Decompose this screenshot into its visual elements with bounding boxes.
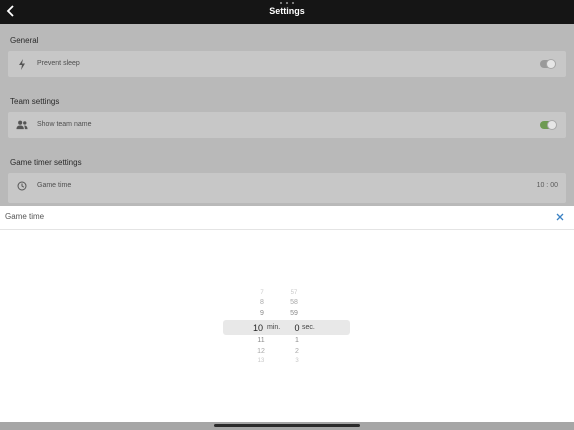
game-time-sheet: Game time 7 8 9 10 min. 11 12 13 57 58 5… — [0, 206, 574, 422]
show-team-name-toggle[interactable] — [540, 120, 557, 130]
home-indicator[interactable] — [214, 424, 360, 427]
minutes-option[interactable]: 7 — [252, 290, 272, 296]
seconds-option[interactable]: 57 — [284, 290, 304, 296]
minutes-option[interactable]: 13 — [251, 358, 271, 364]
close-icon[interactable] — [554, 211, 566, 223]
minutes-selected[interactable]: 10 — [248, 323, 268, 333]
minutes-option[interactable]: 12 — [251, 348, 271, 355]
seconds-option[interactable]: 58 — [284, 299, 304, 306]
page-title: Settings — [269, 6, 305, 16]
lightning-icon — [16, 58, 28, 70]
prevent-sleep-toggle[interactable] — [540, 59, 556, 69]
seconds-option[interactable]: 3 — [287, 358, 307, 364]
prevent-sleep-label: Prevent sleep — [37, 60, 80, 67]
game-time-value: 10 : 00 — [536, 182, 558, 189]
people-icon — [16, 119, 28, 131]
nav-bar: Settings — [0, 0, 574, 24]
game-time-row[interactable]: Game time 10 : 00 — [8, 173, 566, 203]
seconds-option[interactable]: 1 — [287, 337, 307, 344]
prevent-sleep-row[interactable]: Prevent sleep — [8, 51, 566, 77]
minutes-unit-label: min. — [267, 324, 281, 331]
minutes-option[interactable]: 8 — [252, 299, 272, 306]
minutes-option[interactable]: 9 — [252, 310, 272, 317]
section-title-game-timer: Game timer settings — [10, 158, 82, 167]
section-title-team: Team settings — [10, 97, 60, 106]
seconds-option[interactable]: 59 — [284, 310, 304, 317]
sheet-header: Game time — [0, 206, 574, 230]
seconds-option[interactable]: 2 — [287, 348, 307, 355]
show-team-name-row[interactable]: Show team name — [8, 112, 566, 138]
sheet-title: Game time — [5, 212, 45, 221]
show-team-name-label: Show team name — [37, 121, 92, 128]
seconds-unit-label: sec. — [302, 324, 315, 331]
minutes-option[interactable]: 11 — [251, 337, 271, 344]
game-time-label: Game time — [37, 182, 72, 189]
timer-icon — [16, 180, 28, 192]
section-title-general: General — [10, 36, 39, 45]
